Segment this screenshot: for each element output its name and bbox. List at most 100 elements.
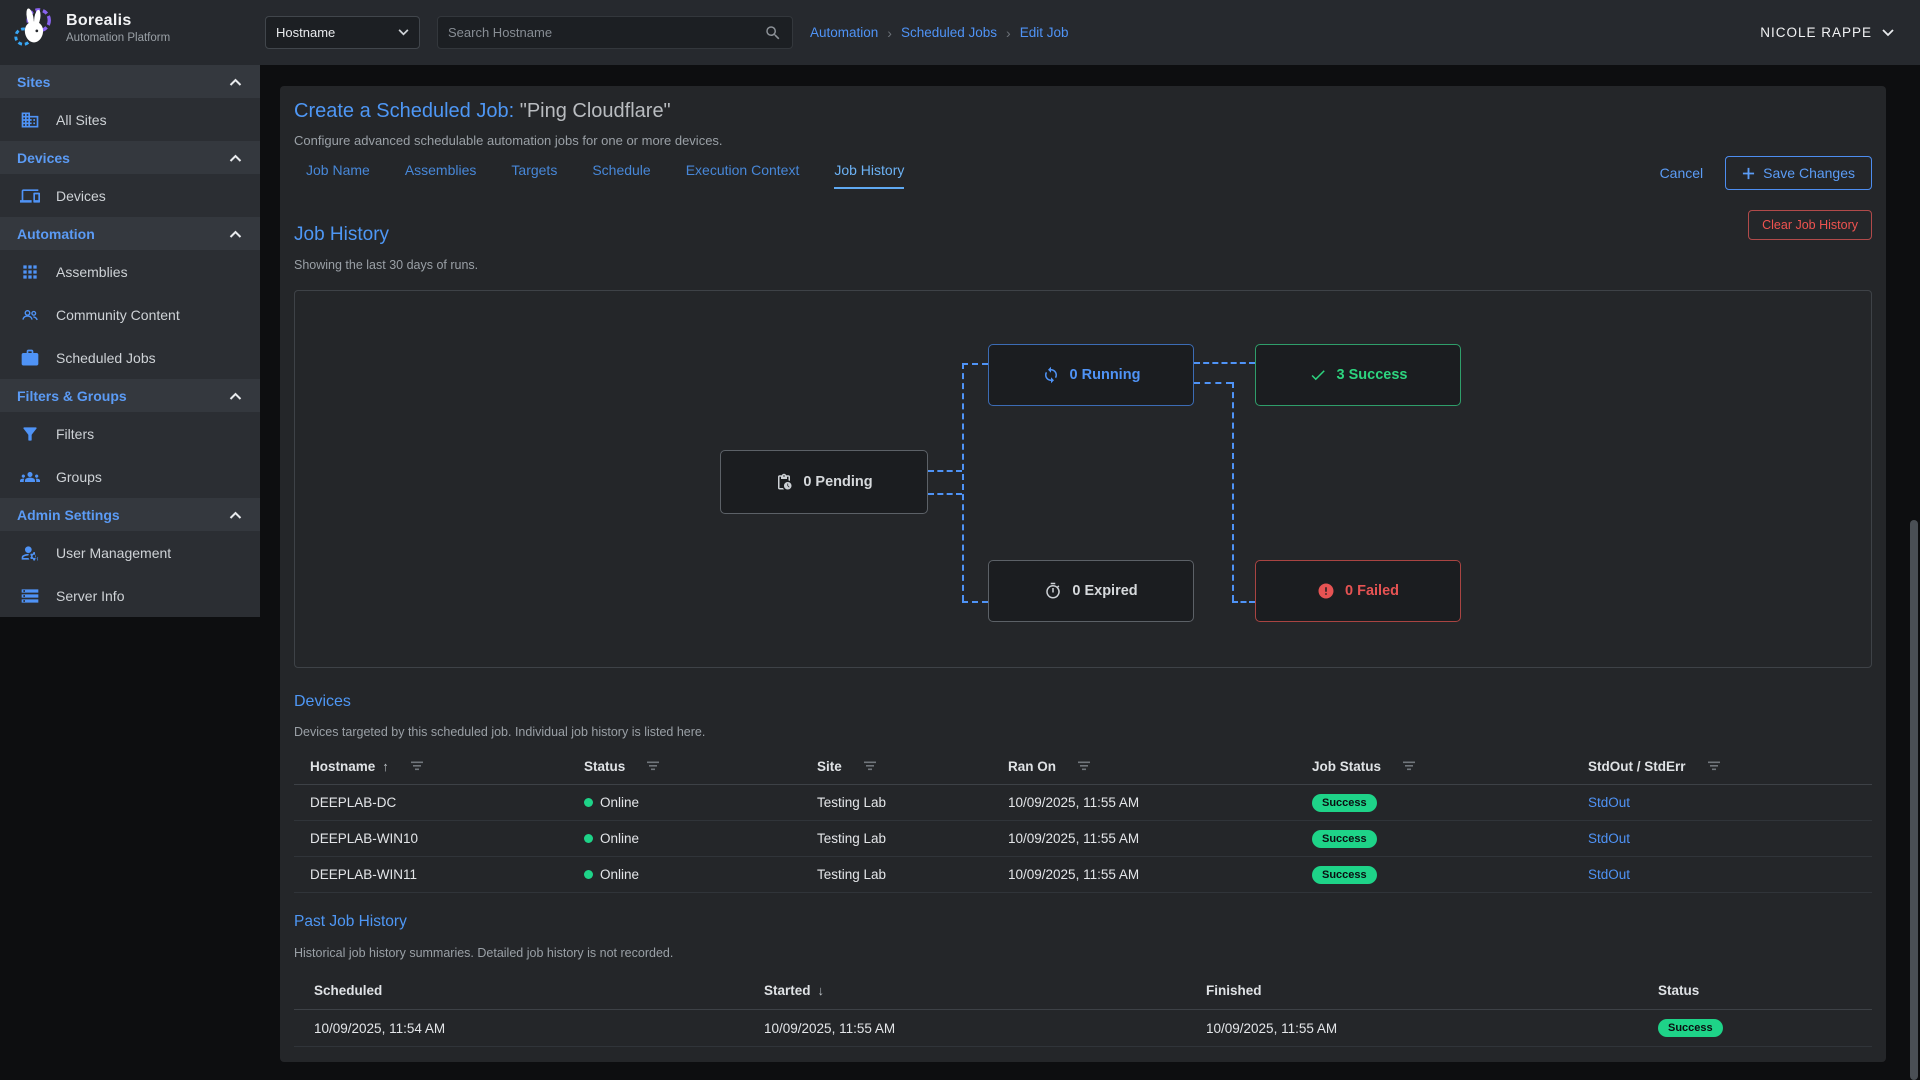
past-table-header: Scheduled Started↓ Finished Status <box>294 972 1872 1010</box>
sidebar-item-assemblies[interactable]: Assemblies <box>0 250 260 293</box>
sidebar-section-devices[interactable]: Devices <box>0 141 260 174</box>
stdout-cell: StdOut <box>1572 867 1872 882</box>
save-changes-button[interactable]: Save Changes <box>1725 156 1872 190</box>
apps-grid-icon <box>20 262 40 282</box>
site-cell: Testing Lab <box>801 867 992 882</box>
stdout-link[interactable]: StdOut <box>1588 831 1630 846</box>
table-row[interactable]: DEEPLAB-DC Online Testing Lab 10/09/2025… <box>294 785 1872 821</box>
filter-menu-icon[interactable] <box>1707 761 1721 771</box>
search-input[interactable] <box>448 25 764 40</box>
flow-node-pending[interactable]: 0 Pending <box>720 450 928 514</box>
online-status-dot <box>584 870 593 879</box>
hostname-cell: DEEPLAB-WIN10 <box>294 831 568 846</box>
top-bar: Borealis Automation Platform Hostname Au… <box>0 0 1920 65</box>
sidebar-item-groups[interactable]: Groups <box>0 455 260 498</box>
breadcrumb-separator: › <box>887 25 892 41</box>
column-header-finished[interactable]: Finished <box>1186 983 1638 998</box>
filter-menu-icon[interactable] <box>410 761 424 771</box>
cancel-button[interactable]: Cancel <box>1660 165 1704 181</box>
flow-node-expired[interactable]: 0 Expired <box>988 560 1194 622</box>
table-row[interactable]: 10/09/2025, 11:54 AM 10/09/2025, 11:55 A… <box>294 1010 1872 1047</box>
connector-line <box>962 363 988 365</box>
breadcrumb-separator: › <box>1006 25 1011 41</box>
stdout-link[interactable]: StdOut <box>1588 795 1630 810</box>
column-header-status[interactable]: Status <box>1638 983 1872 998</box>
sidebar-section-sites[interactable]: Sites <box>0 65 260 98</box>
column-header-stdout-stderr[interactable]: StdOut / StdErr <box>1572 759 1872 774</box>
filter-icon <box>20 424 40 444</box>
connector-line <box>1232 382 1234 601</box>
breadcrumb-scheduled-jobs[interactable]: Scheduled Jobs <box>901 25 997 40</box>
search-icon <box>764 24 782 42</box>
filter-menu-icon[interactable] <box>863 761 877 771</box>
sidebar-item-filters[interactable]: Filters <box>0 412 260 455</box>
flow-node-failed[interactable]: 0 Failed <box>1255 560 1461 622</box>
brand: Borealis Automation Platform <box>10 5 170 51</box>
search-box <box>437 16 793 49</box>
sidebar-item-scheduled-jobs[interactable]: Scheduled Jobs <box>0 336 260 379</box>
stdout-link[interactable]: StdOut <box>1588 867 1630 882</box>
stdout-cell: StdOut <box>1572 795 1872 810</box>
tab-execution-context[interactable]: Execution Context <box>686 162 800 189</box>
tab-assemblies[interactable]: Assemblies <box>405 162 477 189</box>
job-status-cell: Success <box>1296 866 1572 884</box>
flow-node-success[interactable]: 3 Success <box>1255 344 1461 406</box>
sidebar-section-label: Devices <box>17 150 70 166</box>
vertical-scrollbar[interactable] <box>1910 520 1918 1080</box>
sidebar-section-admin-settings[interactable]: Admin Settings <box>0 498 260 531</box>
sort-desc-icon[interactable]: ↓ <box>818 983 825 998</box>
filter-menu-icon[interactable] <box>646 761 660 771</box>
devices-icon <box>20 186 40 206</box>
devices-table: Hostname ↑ Status Site Ran On Job Status <box>294 748 1872 893</box>
sidebar-item-label: Server Info <box>56 588 124 604</box>
status-cell: Online <box>568 831 801 846</box>
sidebar-item-all-sites[interactable]: All Sites <box>0 98 260 141</box>
clear-job-history-button[interactable]: Clear Job History <box>1748 210 1872 240</box>
breadcrumb-automation[interactable]: Automation <box>810 25 878 40</box>
sidebar-section-filters-groups[interactable]: Filters & Groups <box>0 379 260 412</box>
sidebar-item-label: Scheduled Jobs <box>56 350 156 366</box>
page-actions: Cancel Save Changes <box>1660 156 1872 190</box>
sidebar-item-community-content[interactable]: Community Content <box>0 293 260 336</box>
column-header-ran-on[interactable]: Ran On <box>992 759 1296 774</box>
sidebar-item-server-info[interactable]: Server Info <box>0 574 260 617</box>
hostname-cell: DEEPLAB-DC <box>294 795 568 810</box>
column-header-site[interactable]: Site <box>801 759 992 774</box>
status-cell: Success <box>1638 1019 1872 1037</box>
column-header-job-status[interactable]: Job Status <box>1296 759 1572 774</box>
sidebar-item-devices[interactable]: Devices <box>0 174 260 217</box>
flow-node-running[interactable]: 0 Running <box>988 344 1194 406</box>
flow-node-label: 3 Success <box>1337 367 1408 383</box>
tab-targets[interactable]: Targets <box>511 162 557 189</box>
chevron-up-icon <box>229 230 242 238</box>
check-icon <box>1309 366 1327 384</box>
column-header-status[interactable]: Status <box>568 759 801 774</box>
sidebar-item-label: User Management <box>56 545 171 561</box>
connector-line <box>962 363 964 601</box>
buildings-icon <box>20 110 40 130</box>
online-status-dot <box>584 798 593 807</box>
column-header-started[interactable]: Started↓ <box>744 983 1186 998</box>
connector-line <box>1232 601 1255 603</box>
table-row[interactable]: DEEPLAB-WIN10 Online Testing Lab 10/09/2… <box>294 821 1872 857</box>
hostname-select[interactable]: Hostname <box>265 16 420 49</box>
page-title: Create a Scheduled Job: "Ping Cloudflare… <box>294 100 671 123</box>
online-status-dot <box>584 834 593 843</box>
filter-menu-icon[interactable] <box>1077 761 1091 771</box>
sidebar-item-label: Groups <box>56 469 102 485</box>
table-row[interactable]: DEEPLAB-WIN11 Online Testing Lab 10/09/2… <box>294 857 1872 893</box>
chevron-down-icon <box>1882 29 1894 37</box>
sidebar-section-automation[interactable]: Automation <box>0 217 260 250</box>
column-header-hostname[interactable]: Hostname ↑ <box>294 759 568 774</box>
filter-menu-icon[interactable] <box>1402 761 1416 771</box>
column-header-scheduled[interactable]: Scheduled <box>294 983 744 998</box>
sort-asc-icon[interactable]: ↑ <box>382 759 389 774</box>
sidebar-section-label: Filters & Groups <box>17 388 127 404</box>
breadcrumb-edit-job[interactable]: Edit Job <box>1020 25 1069 40</box>
user-menu[interactable]: NICOLE RAPPE <box>1760 0 1894 65</box>
tab-job-history[interactable]: Job History <box>834 162 904 189</box>
tab-schedule[interactable]: Schedule <box>592 162 650 189</box>
tab-job-name[interactable]: Job Name <box>306 162 370 189</box>
brand-title: Borealis <box>66 12 170 30</box>
sidebar-item-user-management[interactable]: User Management <box>0 531 260 574</box>
